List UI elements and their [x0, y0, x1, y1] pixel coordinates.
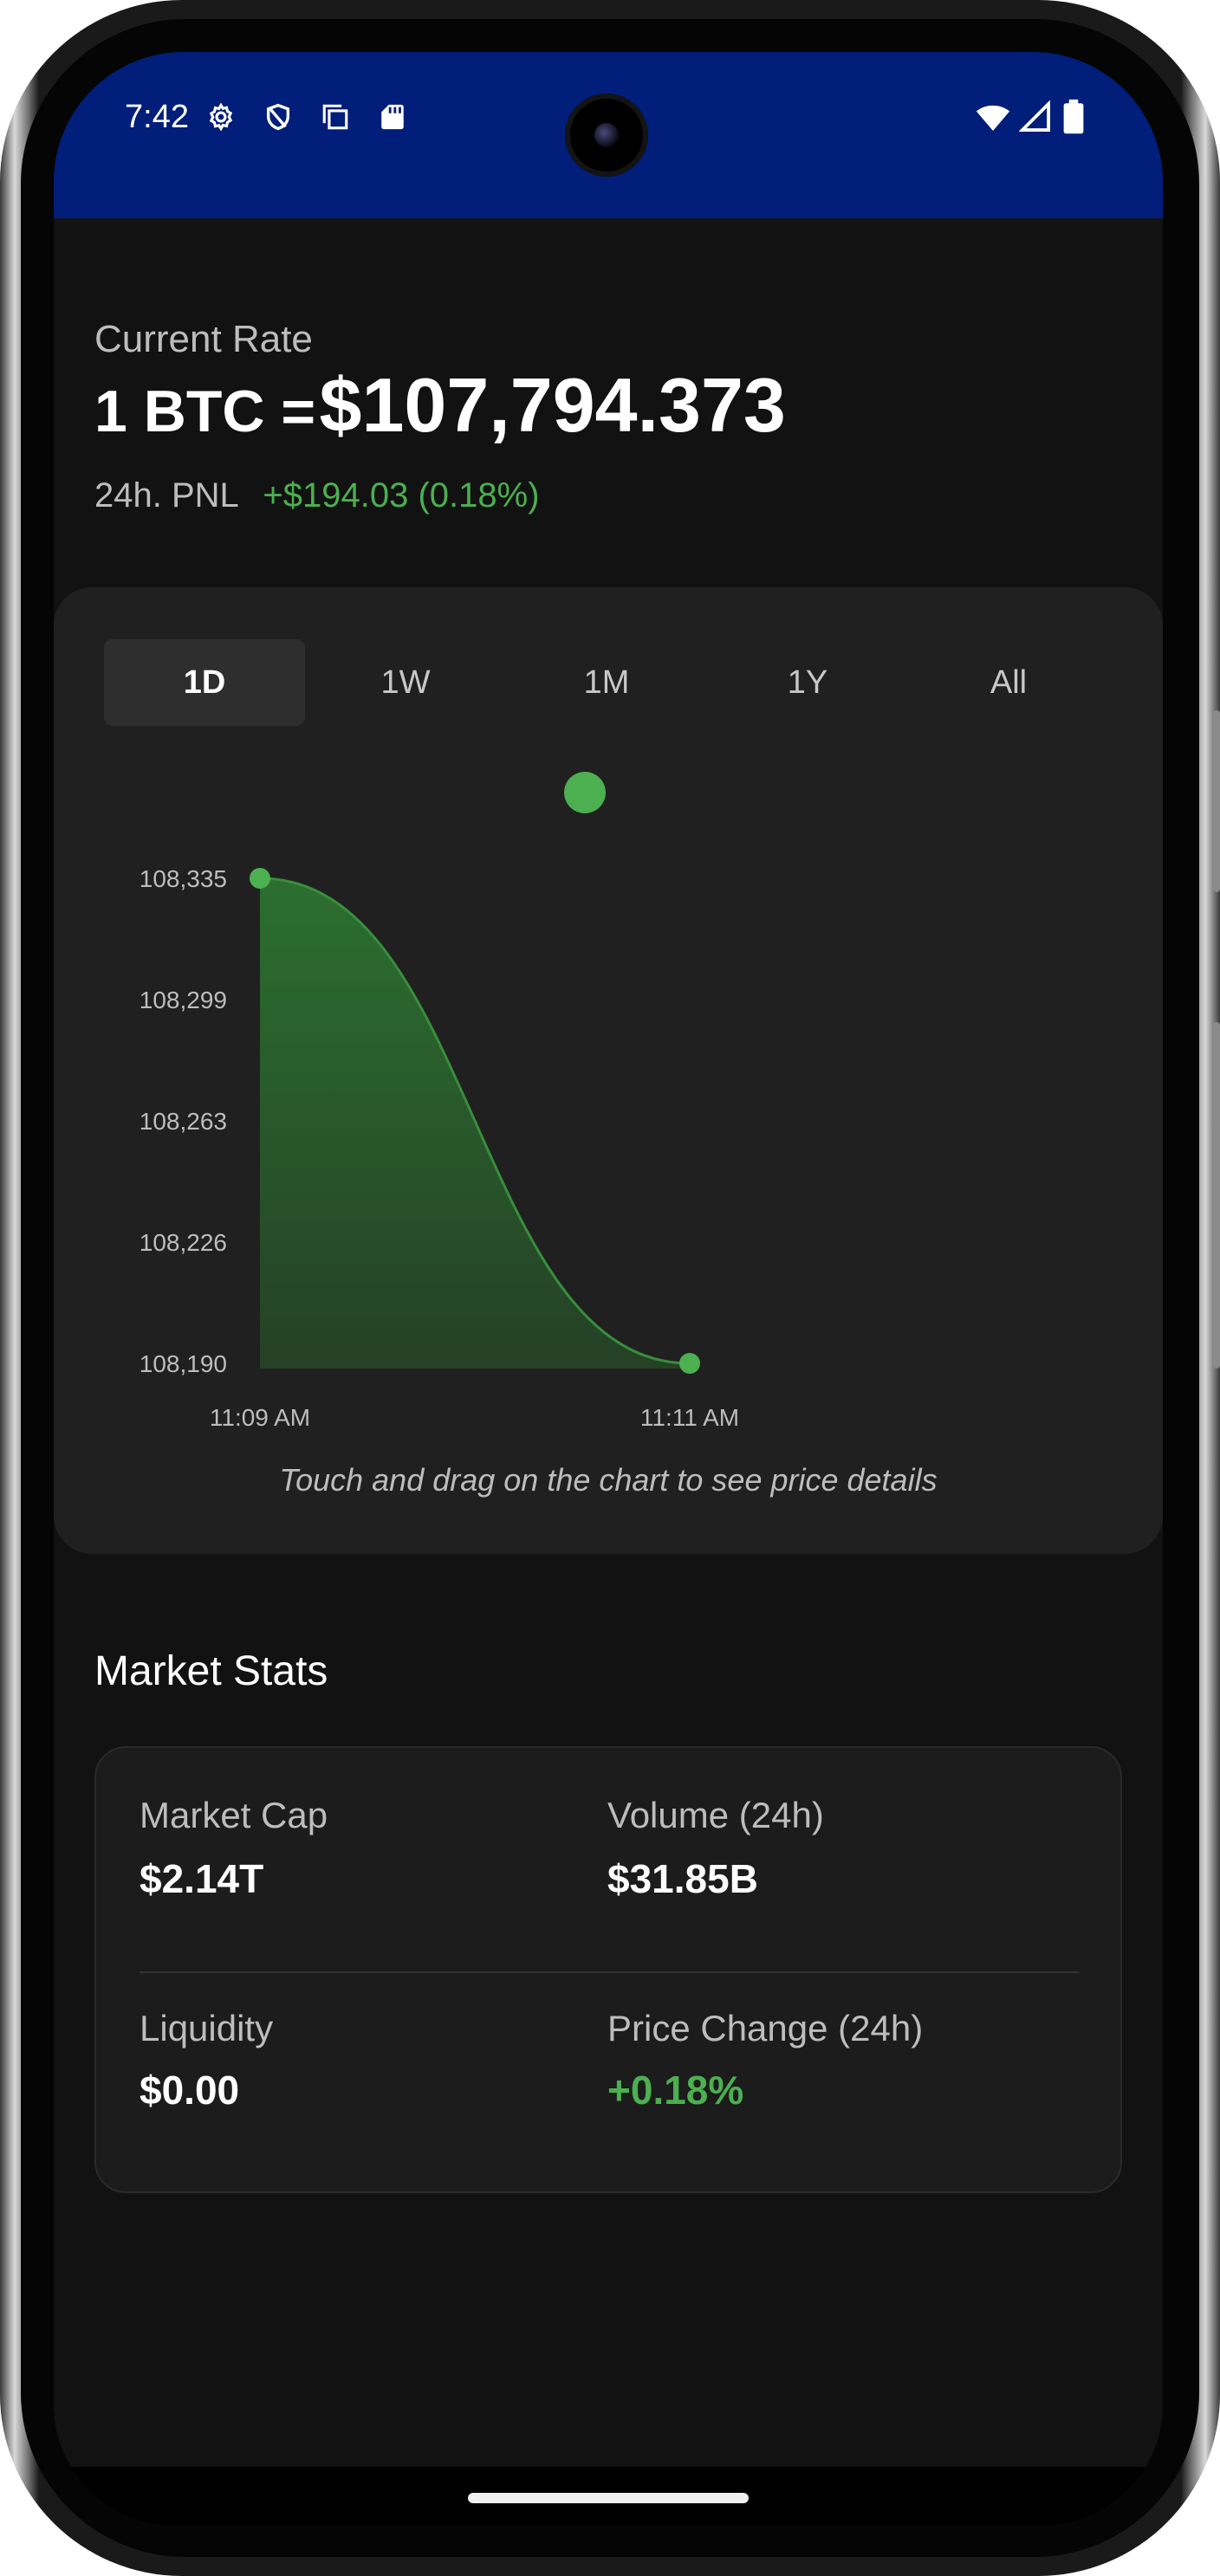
stats-divider: [140, 1971, 1079, 1973]
status-time: 7:42: [125, 99, 189, 135]
y-tick-label: 108,335: [140, 865, 227, 892]
y-tick-label: 108,190: [140, 1350, 227, 1377]
rate-line: 1 BTC = $107,794.373: [94, 361, 786, 450]
y-tick-label: 108,226: [140, 1229, 227, 1256]
power-button: [1213, 710, 1220, 892]
shield-icon: [266, 103, 290, 131]
pnl-value: +$194.03 (0.18%): [263, 476, 540, 515]
pnl-row: 24h. PNL +$194.03 (0.18%): [94, 476, 540, 515]
rate-prefix: 1 BTC =: [94, 379, 316, 444]
price-change-label: Price Change (24h): [607, 2008, 924, 2049]
main-content: Current Rate 1 BTC = $107,794.373 24h. P…: [54, 218, 1163, 2526]
y-tick-label: 108,299: [140, 987, 227, 1013]
market-cap-value: $2.14T: [140, 1856, 264, 1901]
front-camera: [565, 94, 648, 177]
liquidity-label: Liquidity: [140, 2008, 274, 2049]
volume-label: Volume (24h): [607, 1795, 824, 1835]
current-rate-label: Current Rate: [94, 318, 313, 360]
signal-icon: [1019, 100, 1050, 132]
market-stats-title: Market Stats: [94, 1648, 328, 1694]
y-tick-label: 108,263: [140, 1108, 227, 1135]
volume-value: $31.85B: [607, 1856, 758, 1901]
copy-icon: [322, 104, 348, 130]
status-bar: 7:42: [54, 52, 1163, 218]
data-point: [679, 1353, 700, 1374]
battery-icon: [1063, 99, 1084, 134]
chart-card: 1D 1W 1M 1Y All 108,335 108,299 108,263 108…: [54, 587, 1163, 1554]
volume-button: [1213, 1022, 1220, 1369]
screen: 7:42 Current Rate 1 BTC = $107,794.373 2…: [54, 52, 1163, 2526]
market-cap-label: Market Cap: [140, 1795, 328, 1835]
x-tick-label: 11:11 AM: [640, 1404, 739, 1431]
pnl-label: 24h. PNL: [94, 476, 238, 515]
home-indicator[interactable]: [468, 2493, 749, 2503]
data-point: [250, 868, 270, 889]
liquidity-value: $0.00: [140, 2068, 240, 2113]
gear-icon: [209, 102, 233, 132]
x-tick-label: 11:09 AM: [210, 1404, 310, 1431]
live-indicator-dot: [564, 772, 606, 813]
price-change-value: +0.18%: [607, 2068, 744, 2113]
wifi-icon: [976, 105, 1010, 131]
chart-hint: Touch and drag on the chart to see price…: [279, 1462, 938, 1498]
rate-value: $107,794.373: [319, 362, 786, 448]
market-stats-card: Market Cap $2.14T Volume (24h) $31.85B L…: [94, 1746, 1122, 2193]
sd-card-icon: [381, 104, 404, 130]
price-chart[interactable]: 108,335 108,299 108,263 108,226 108,190 11:0…: [54, 587, 1163, 1554]
